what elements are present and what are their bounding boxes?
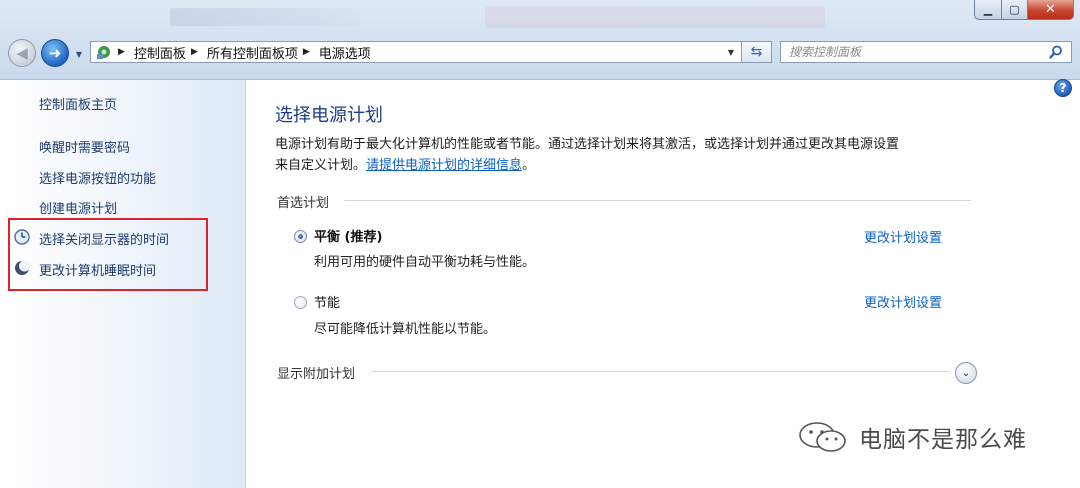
plan-power-saver-radio[interactable] — [294, 296, 307, 309]
plan-power-saver-change-settings-link[interactable]: 更改计划设置 — [864, 292, 942, 311]
plan-balanced-description: 利用可用的硬件自动平衡功耗与性能。 — [314, 255, 536, 270]
watermark: 电脑不是那么难 — [795, 420, 1027, 454]
search-icon[interactable] — [1049, 45, 1063, 59]
window-controls: ▁ ▢ ✕ — [974, 0, 1074, 20]
minimize-button[interactable]: ▁ — [974, 0, 1002, 20]
group-divider — [344, 200, 971, 201]
sidebar-link-wake-password[interactable]: 唤醒时需要密码 — [39, 137, 130, 156]
description-line-2: 来自定义计划。 — [275, 158, 367, 173]
address-bar[interactable]: ▶ 控制面板 ▶ 所有控制面板项 ▶ 电源选项 ▼ — [90, 41, 742, 63]
close-button[interactable]: ✕ — [1028, 0, 1074, 20]
description-line-1: 电源计划有助于最大化计算机的性能或者节能。通过选择计划来将其激活，或选择计划并通… — [275, 137, 900, 152]
description-suffix: 。 — [522, 158, 536, 173]
recent-pages-dropdown-icon[interactable]: ▼ — [73, 49, 85, 59]
title-bar-blurred-2 — [485, 6, 825, 28]
search-box[interactable] — [780, 41, 1072, 63]
preferred-plans-label: 首选计划 — [277, 196, 330, 211]
breadcrumb-separator-icon: ▶ — [302, 47, 310, 57]
sidebar-link-power-buttons[interactable]: 选择电源按钮的功能 — [39, 168, 156, 187]
breadcrumb-control-panel[interactable]: 控制面板 — [134, 43, 186, 62]
page-description: 电源计划有助于最大化计算机的性能或者节能。通过选择计划来将其激活，或选择计划并通… — [275, 134, 985, 176]
breadcrumb-all-items[interactable]: 所有控制面板项 — [207, 43, 298, 62]
refresh-button[interactable]: ⇆ — [742, 41, 772, 63]
plan-balanced-name[interactable]: 平衡 (推荐) — [314, 226, 382, 245]
help-icon[interactable]: ? — [1054, 79, 1072, 97]
plan-power-saver-description: 尽可能降低计算机性能以节能。 — [314, 322, 497, 337]
sidebar-link-control-panel-home[interactable]: 控制面板主页 — [39, 94, 117, 113]
breadcrumb-power-options[interactable]: 电源选项 — [319, 43, 371, 62]
title-bar-blurred — [170, 8, 360, 26]
plan-balanced-radio[interactable] — [294, 230, 307, 243]
maximize-button[interactable]: ▢ — [1002, 0, 1028, 20]
wechat-logo-icon — [795, 420, 851, 454]
expand-chevron-icon[interactable]: ⌄ — [955, 362, 977, 384]
annotation-highlight-box — [8, 218, 208, 291]
back-button[interactable]: ◀ — [8, 39, 36, 67]
page-title: 选择电源计划 — [275, 105, 383, 126]
plan-power-saver-name[interactable]: 节能 — [314, 292, 340, 311]
sidebar-link-create-plan[interactable]: 创建电源计划 — [39, 198, 117, 217]
search-input[interactable] — [789, 45, 1039, 59]
plan-balanced-change-settings-link[interactable]: 更改计划设置 — [864, 227, 942, 246]
plan-details-link[interactable]: 请提供电源计划的详细信息 — [366, 158, 522, 173]
forward-button[interactable]: ➜ — [41, 39, 69, 67]
additional-divider — [372, 371, 950, 372]
address-dropdown-icon[interactable]: ▼ — [725, 46, 737, 58]
breadcrumb-separator-icon: ▶ — [118, 47, 125, 57]
window-chrome: ▁ ▢ ✕ ◀ ➜ ▼ ▶ 控制面板 ▶ 所有控制面板项 ▶ 电源选项 ▼ ⇆ — [0, 0, 1080, 80]
watermark-text: 电脑不是那么难 — [859, 427, 1027, 453]
breadcrumb-separator-icon: ▶ — [190, 47, 198, 57]
control-panel-icon — [95, 44, 113, 60]
show-additional-plans-label[interactable]: 显示附加计划 — [277, 363, 355, 382]
